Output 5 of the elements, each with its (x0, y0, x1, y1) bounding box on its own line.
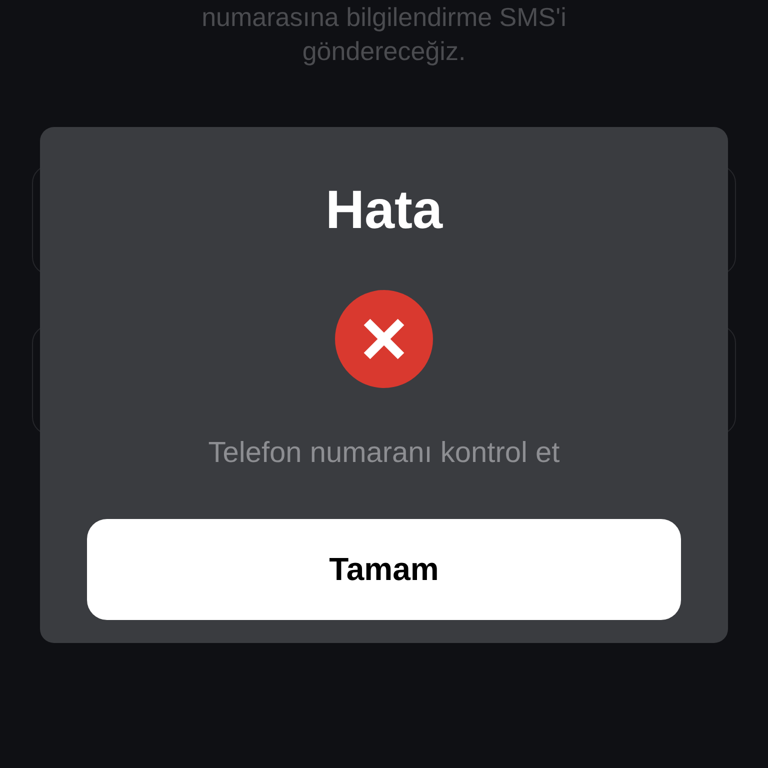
error-icon (335, 290, 433, 388)
dialog-title: Hata (325, 180, 443, 240)
ok-button[interactable]: Tamam (87, 519, 681, 620)
error-message: Telefon numaranı kontrol et (208, 436, 560, 470)
info-text: numarasına bilgilendirme SMS'i göndereceğiz. (200, 1, 568, 68)
